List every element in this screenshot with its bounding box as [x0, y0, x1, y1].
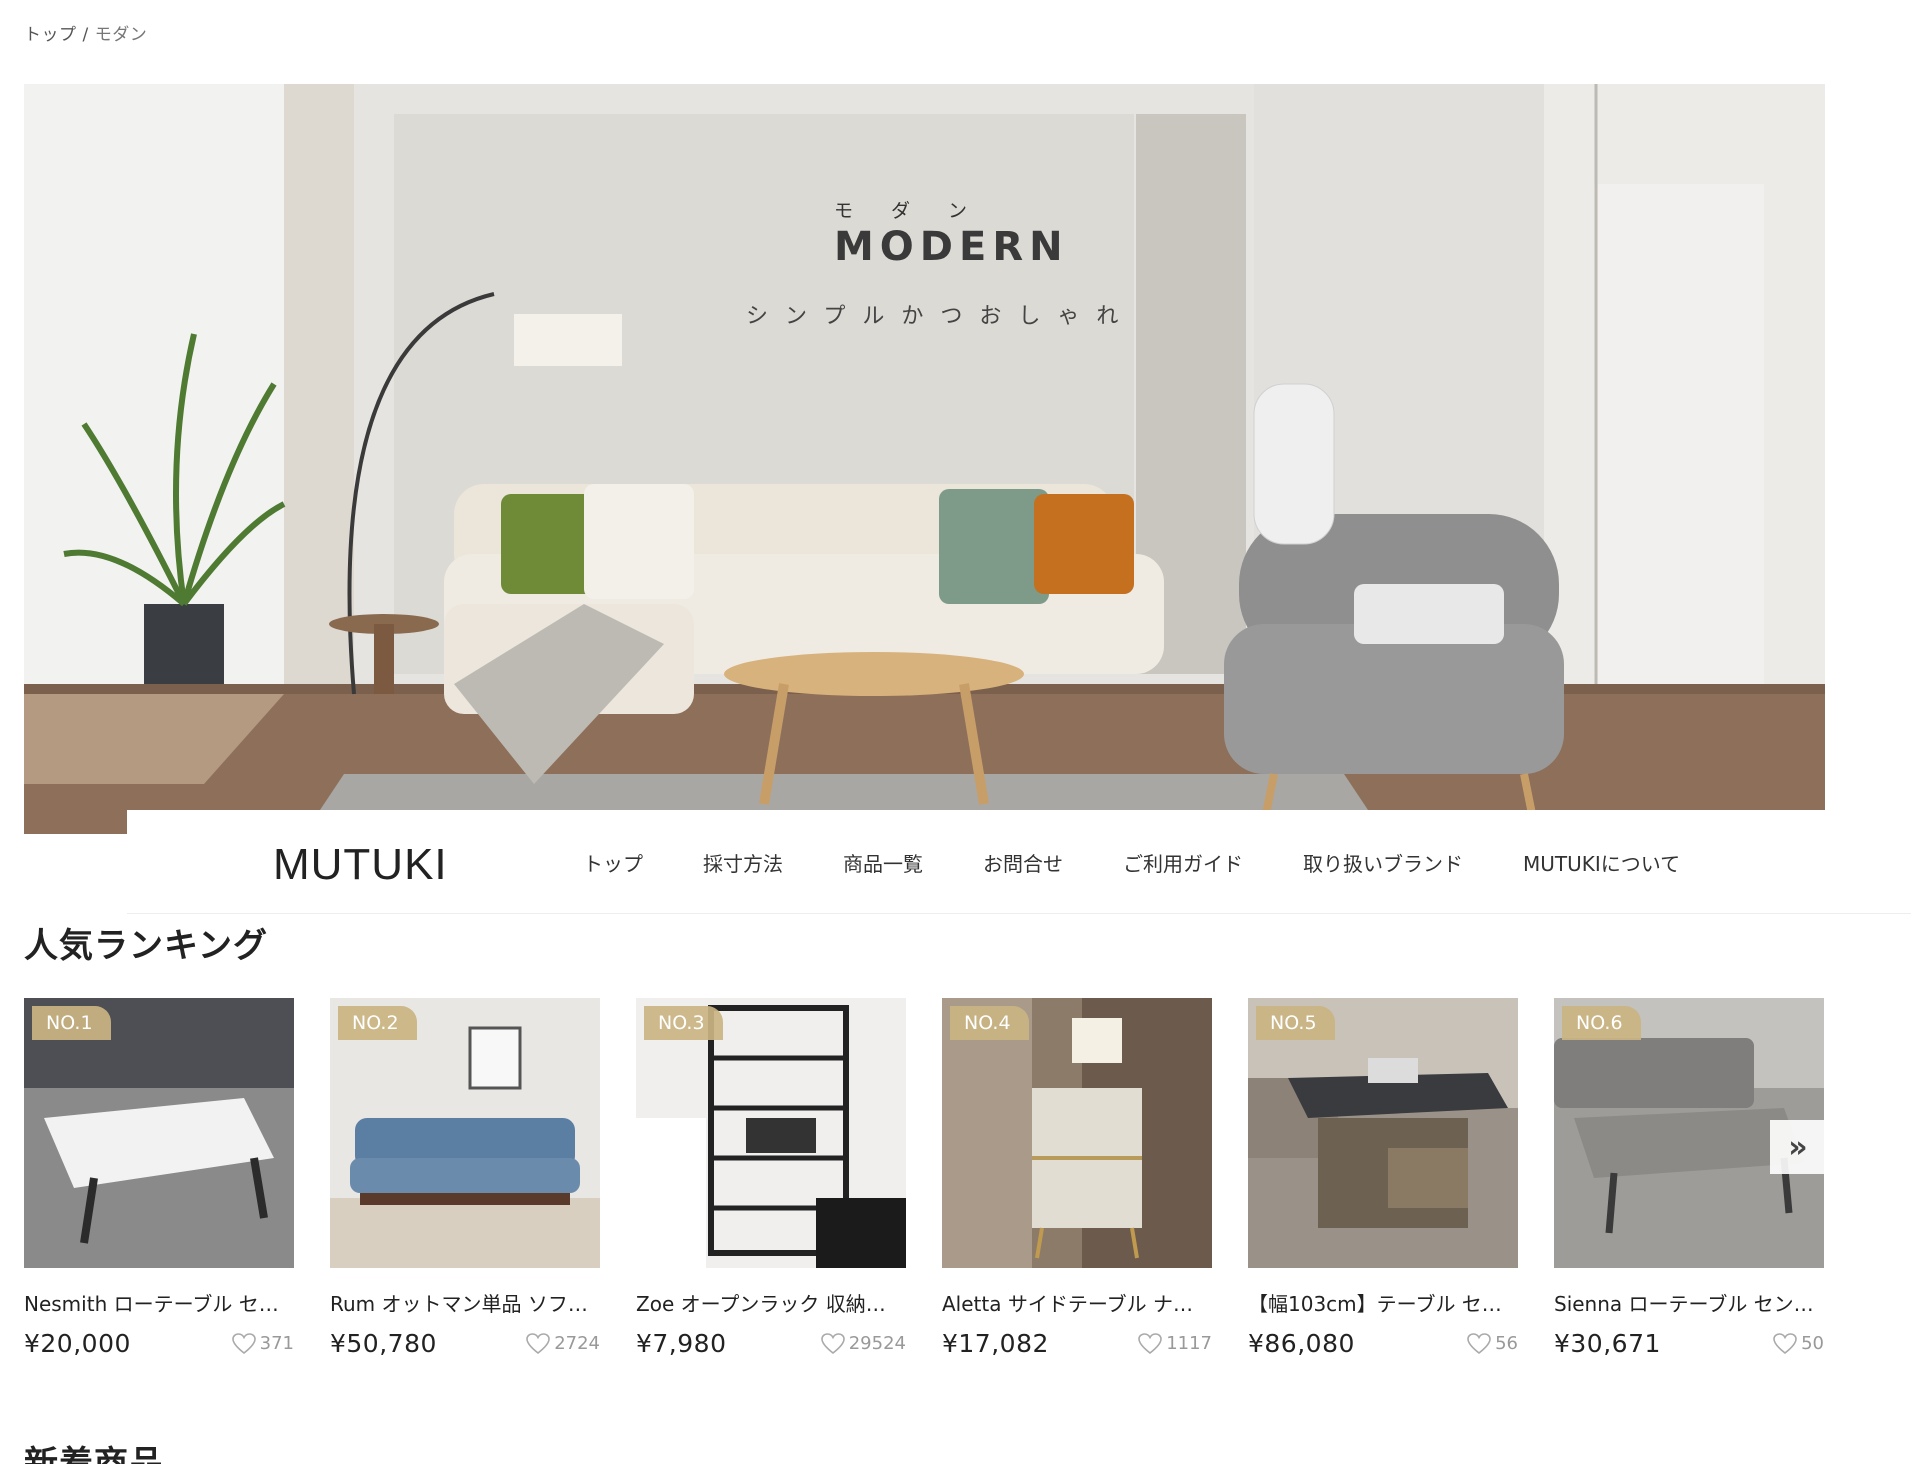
product-price: ¥20,000: [24, 1329, 131, 1358]
nav-item-measuring[interactable]: 採寸方法: [703, 848, 783, 877]
breadcrumb-home[interactable]: トップ: [24, 25, 77, 45]
double-chevron-right-icon: »: [1788, 1129, 1808, 1165]
ranking-section-title: 人気ランキング: [24, 926, 268, 966]
heart-icon: [1138, 1332, 1162, 1354]
rank-badge: NO.6: [1562, 1006, 1641, 1040]
product-name[interactable]: 【幅103cm】テーブル セ…: [1248, 1288, 1510, 1317]
rank-badge: NO.1: [32, 1006, 111, 1040]
breadcrumb: トップ / モダン: [24, 20, 147, 45]
breadcrumb-separator: /: [82, 25, 89, 45]
carousel-next-button[interactable]: »: [1770, 1120, 1826, 1174]
favorite-button[interactable]: 2724: [526, 1332, 600, 1355]
product-name[interactable]: Rum オットマン単品 ソフ…: [330, 1288, 592, 1317]
rank-badge: NO.5: [1256, 1006, 1335, 1040]
product-price: ¥17,082: [942, 1329, 1049, 1358]
favorite-button[interactable]: 371: [231, 1332, 294, 1355]
rank-badge: NO.4: [950, 1006, 1029, 1040]
new-arrivals-section-title: 新着商品: [24, 1444, 164, 1464]
nav-menu: トップ 採寸方法 商品一覧 お問合せ ご利用ガイド 取り扱いブランド MUTUK…: [583, 848, 1740, 877]
main-nav: MUTUKI トップ 採寸方法 商品一覧 お問合せ ご利用ガイド 取り扱いブラン…: [127, 810, 1911, 914]
rank-badge: NO.3: [644, 1006, 723, 1040]
favorite-button[interactable]: 1117: [1138, 1332, 1212, 1355]
favorite-count: 56: [1495, 1333, 1518, 1354]
product-image[interactable]: NO.1: [24, 998, 294, 1268]
product-image[interactable]: NO.2: [330, 998, 600, 1268]
heart-icon: [1773, 1332, 1797, 1354]
product-price: ¥86,080: [1248, 1329, 1355, 1358]
favorite-count: 371: [259, 1333, 294, 1354]
heart-icon: [231, 1332, 256, 1354]
heart-icon: [1467, 1332, 1491, 1354]
heart-icon: [820, 1332, 845, 1354]
favorite-count: 50: [1801, 1333, 1824, 1354]
favorite-button[interactable]: 29524: [820, 1332, 906, 1355]
site-logo[interactable]: MUTUKI: [273, 840, 448, 890]
favorite-button[interactable]: 56: [1467, 1332, 1518, 1355]
product-image[interactable]: NO.5: [1248, 998, 1518, 1268]
product-image[interactable]: NO.4: [942, 998, 1212, 1268]
breadcrumb-current: モダン: [94, 25, 148, 45]
product-card[interactable]: NO.6 Sienna ローテーブル セン… ¥30,671 50: [1554, 998, 1824, 1358]
hero-banner: モダン MODERN シンプルかつおしゃれ: [24, 84, 1825, 834]
nav-item-about[interactable]: MUTUKIについて: [1523, 848, 1680, 877]
nav-item-brands[interactable]: 取り扱いブランド: [1303, 848, 1463, 877]
hero-kana: モダン: [834, 200, 1006, 222]
product-name[interactable]: Zoe オープンラック 収納…: [636, 1288, 898, 1317]
product-card[interactable]: NO.5 【幅103cm】テーブル セ… ¥86,080 56: [1248, 998, 1518, 1358]
nav-item-products[interactable]: 商品一覧: [843, 848, 923, 877]
hero-title: MODERN: [834, 224, 1069, 270]
heart-icon: [526, 1332, 550, 1354]
product-name[interactable]: Sienna ローテーブル セン…: [1554, 1288, 1816, 1317]
favorite-count: 1117: [1166, 1333, 1212, 1354]
nav-item-guide[interactable]: ご利用ガイド: [1123, 848, 1243, 877]
product-price: ¥7,980: [636, 1329, 727, 1358]
rank-badge: NO.2: [338, 1006, 417, 1040]
product-price: ¥50,780: [330, 1329, 437, 1358]
product-card[interactable]: NO.3 Zoe オープンラック 収納… ¥7,980 29524: [636, 998, 906, 1358]
nav-item-top[interactable]: トップ: [583, 848, 643, 877]
product-card[interactable]: NO.4 Aletta サイドテーブル ナ… ¥17,082 1117: [942, 998, 1212, 1358]
favorite-button[interactable]: 50: [1773, 1332, 1824, 1355]
product-image[interactable]: NO.3: [636, 998, 906, 1268]
nav-item-contact[interactable]: お問合せ: [983, 848, 1063, 877]
product-card[interactable]: NO.1 Nesmith ローテーブル セ… ¥20,000 371: [24, 998, 294, 1358]
product-name[interactable]: Nesmith ローテーブル セ…: [24, 1288, 286, 1317]
product-name[interactable]: Aletta サイドテーブル ナ…: [942, 1288, 1204, 1317]
favorite-count: 2724: [554, 1333, 600, 1354]
favorite-count: 29524: [848, 1333, 906, 1354]
hero-subtitle: シンプルかつおしゃれ: [746, 304, 1136, 329]
product-card[interactable]: NO.2 Rum オットマン単品 ソフ… ¥50,780 2724: [330, 998, 600, 1358]
product-price: ¥30,671: [1554, 1329, 1661, 1358]
